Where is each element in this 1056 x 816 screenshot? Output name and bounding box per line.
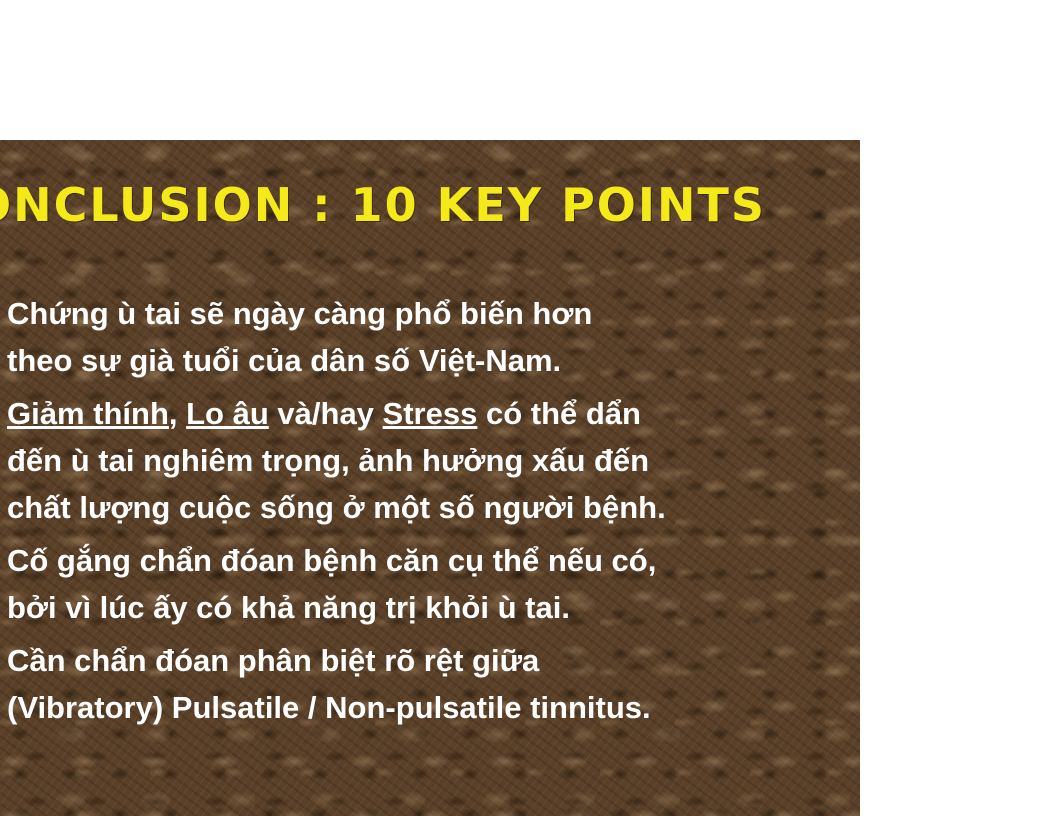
term-stress: Stress [382,396,478,431]
separator-2: và/hay [268,396,383,431]
key-point-2-line-2: đến ù tai nghiêm trọng, ảnh hưởng xấu đế… [7,443,650,478]
separator-1: , [168,396,187,431]
key-point-2-line-1-rest: có thể dẩn [477,396,641,431]
key-point-3-line-2: bởi vì lúc ấy có khả năng trị khỏi ù tai… [7,590,570,625]
key-point-4-line-1: Cần chẩn đóan phân biệt rõ rệt giữa [7,643,540,678]
key-points-list: Chứng ù tai sẽ ngày càng phổ biến hơn th… [7,290,857,737]
key-point-1: Chứng ù tai sẽ ngày càng phổ biến hơn th… [7,290,857,384]
slide-title: ONCLUSION : 10 KEY POINTS [0,178,767,232]
key-point-2-line-3: chất lượng cuộc sống ở một số người bệnh… [7,490,666,525]
key-point-4: Cần chẩn đóan phân biệt rõ rệt giữa (Vib… [7,637,857,731]
slide: ONCLUSION : 10 KEY POINTS Chứng ù tai sẽ… [0,140,860,816]
key-point-2: Giảm thính, Lo âu và/hay Stress có thể d… [7,390,857,531]
key-point-3: Cố gắng chẩn đóan bệnh căn cụ thể nếu có… [7,537,857,631]
key-point-1-line-2: theo sự già tuổi của dân số Việt-Nam. [7,343,562,378]
key-point-1-line-1: Chứng ù tai sẽ ngày càng phổ biến hơn [7,296,593,331]
key-point-4-line-2: (Vibratory) Pulsatile / Non-pulsatile ti… [7,690,651,725]
term-hearing-loss: Giảm thính [7,396,169,431]
term-anxiety: Lo âu [186,396,269,431]
key-point-3-line-1: Cố gắng chẩn đóan bệnh căn cụ thể nếu có… [7,543,657,578]
